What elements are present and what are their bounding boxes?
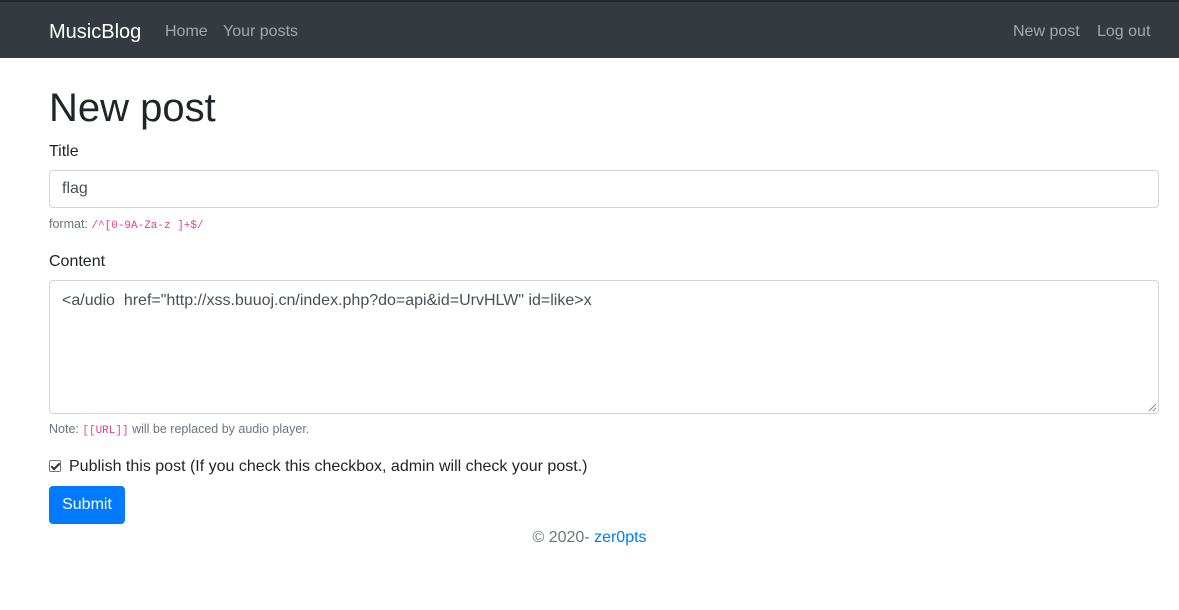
footer-copyright: © 2020- [532, 529, 590, 546]
resize-handle-icon[interactable] [1148, 403, 1157, 412]
brand-link[interactable]: MusicBlog [49, 20, 141, 44]
submit-button[interactable]: Submit [49, 486, 125, 524]
title-format-code: /^[0-9A-Za-z ]+$/ [91, 220, 204, 232]
footer: © 2020- zer0pts [0, 528, 1179, 548]
url-placeholder-code: [[URL]] [82, 425, 129, 437]
content-textarea[interactable]: <a/udio href="http://xss.buuoj.cn/index.… [49, 280, 1159, 414]
nav-link-home[interactable]: Home [165, 22, 208, 42]
nav-link-your-posts[interactable]: Your posts [223, 22, 298, 42]
title-input[interactable] [49, 170, 1159, 208]
page-title: New post [49, 86, 216, 130]
content-label: Content [49, 253, 106, 270]
content-help-prefix: Note: [49, 422, 79, 436]
content-help-suffix: will be replaced by audio player. [132, 422, 310, 436]
nav-link-new-post[interactable]: New post [1013, 22, 1080, 42]
title-label: Title [49, 143, 79, 160]
footer-author-link[interactable]: zer0pts [594, 529, 646, 546]
publish-checkbox[interactable] [49, 460, 61, 472]
nav-link-log-out[interactable]: Log out [1097, 22, 1150, 42]
publish-label[interactable]: Publish this post (If you check this che… [69, 457, 587, 477]
title-help-prefix: format: [49, 217, 88, 231]
title-help: format: /^[0-9A-Za-z ]+$/ [49, 216, 204, 234]
content-help: Note: [[URL]] will be replaced by audio … [49, 421, 309, 439]
navbar: MusicBlog Home Your posts New post Log o… [0, 0, 1179, 58]
